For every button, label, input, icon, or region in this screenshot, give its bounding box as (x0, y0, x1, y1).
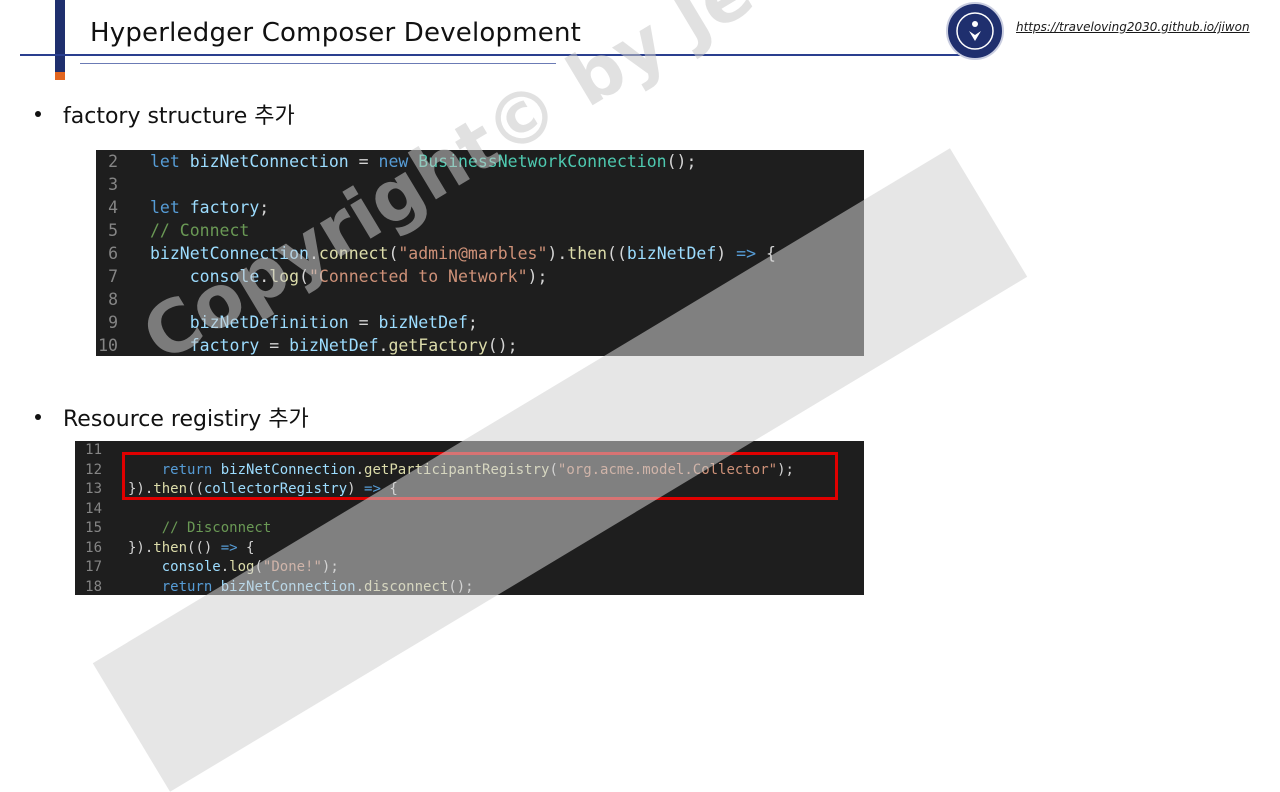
slide-title: Hyperledger Composer Development (90, 18, 582, 48)
code-token: then (567, 244, 608, 263)
line-number: 4 (108, 198, 118, 217)
code-token: = (259, 336, 290, 355)
code-token: (( (607, 244, 627, 263)
code-token: ). (547, 244, 568, 263)
title-accent-bar (55, 0, 65, 80)
code-token: }). (128, 539, 154, 556)
code-token: then (153, 539, 188, 556)
code-token: bizNetDef (626, 244, 717, 263)
code-token: factory (189, 198, 260, 217)
code-text: // Disconnect (128, 519, 272, 539)
code-token: bizNetDef (378, 313, 468, 332)
bullet-dot-icon (35, 111, 41, 117)
line-number: 8 (108, 290, 118, 309)
line-number: 18 (85, 578, 102, 595)
code-token: let (150, 198, 190, 217)
line-number: 14 (85, 500, 102, 517)
code-token: // Disconnect (161, 520, 272, 536)
code-token: let (150, 152, 190, 171)
code-token: (); (487, 336, 518, 355)
code-token: => (736, 244, 757, 263)
code-token: . (378, 336, 389, 355)
line-number: 9 (108, 313, 118, 332)
bullet-text: factory structure 추가 (63, 104, 295, 129)
code-token: getFactory (388, 336, 488, 355)
line-number: 11 (85, 442, 102, 458)
line-number: 10 (98, 336, 118, 355)
bullet-dot-icon (35, 414, 41, 420)
code-token: ; (467, 313, 478, 332)
line-number: 6 (108, 244, 118, 263)
bullet-text: Resource registiry 추가 (63, 407, 309, 432)
line-number: 16 (85, 539, 102, 556)
bullet-resource-registry: Resource registiry 추가 (35, 401, 309, 433)
code-line: 5 // Connect (96, 219, 864, 242)
line-number: 12 (85, 461, 102, 478)
code-token: = (348, 313, 379, 332)
line-number: 7 (108, 267, 118, 286)
title-sub-underline (80, 63, 556, 64)
code-token: // Connect (150, 221, 250, 240)
line-number: 5 (108, 221, 118, 240)
code-token: => (220, 539, 238, 556)
code-token: . (220, 559, 230, 575)
code-token: { (237, 539, 255, 556)
code-token: ); (527, 267, 548, 286)
code-token: "admin@marbles" (398, 244, 548, 263)
title-underline (20, 54, 960, 56)
code-line: 4 let factory; (96, 196, 864, 219)
line-number: 17 (85, 559, 102, 575)
code-token: ) (716, 244, 737, 263)
code-token: console (161, 559, 221, 575)
code-token: ( (388, 244, 399, 263)
code-text: // Connect (150, 219, 249, 242)
code-token: (); (666, 152, 697, 171)
eagle-emblem-icon (956, 12, 994, 50)
code-text: let factory; (150, 196, 269, 219)
author-url-link[interactable]: https://traveloving2030.github.io/jiwon (1016, 20, 1250, 34)
code-token: ; (259, 198, 270, 217)
code-text: }).then(() => { (128, 539, 254, 559)
code-token: bizNetDef (289, 336, 379, 355)
code-token: (() (187, 539, 221, 556)
bullet-factory-structure: factory structure 추가 (35, 98, 295, 130)
university-seal-logo (946, 2, 1004, 60)
line-number: 15 (85, 520, 102, 536)
code-token: bizNetConnection (189, 152, 349, 171)
line-number: 2 (108, 152, 118, 171)
line-number: 3 (108, 175, 118, 194)
line-number: 13 (85, 481, 102, 497)
